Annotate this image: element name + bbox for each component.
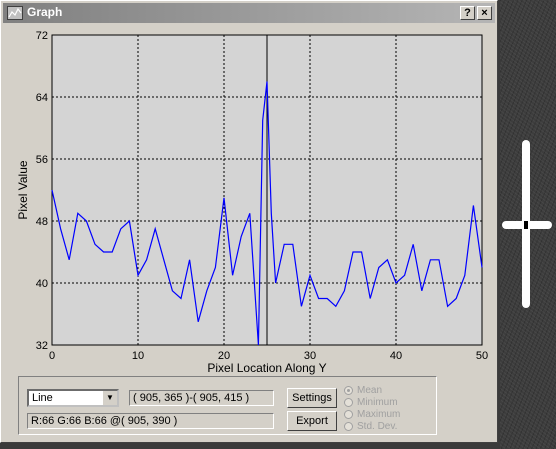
close-button[interactable]: × xyxy=(477,6,492,20)
crosshair-center xyxy=(524,221,528,229)
x-axis-label: Pixel Location Along Y xyxy=(207,361,326,375)
help-button[interactable]: ? xyxy=(460,6,475,20)
stat-stddev-radio[interactable]: Std. Dev. xyxy=(344,421,397,433)
y-tick-label: 64 xyxy=(36,92,48,104)
graph-window: Graph ? × 0 10 20 30 40 50 32 40 48 56 64 72 Pixel L… xyxy=(0,0,498,443)
radio-checked-icon xyxy=(344,385,353,395)
x-tick-label: 0 xyxy=(49,350,55,362)
y-tick-label: 40 xyxy=(36,278,48,290)
stat-mean-radio[interactable]: Mean xyxy=(344,385,382,397)
plot-mode-value: Line xyxy=(32,392,53,404)
radio-icon xyxy=(344,397,353,407)
window-title: Graph xyxy=(27,5,63,19)
y-axis-label: Pixel Value xyxy=(16,160,30,219)
x-tick-label: 10 xyxy=(132,350,144,362)
y-tick-label: 32 xyxy=(36,340,48,352)
pixel-info-field: R:66 G:66 B:66 @( 905, 390 ) xyxy=(27,413,274,429)
chevron-down-icon[interactable]: ▼ xyxy=(102,391,117,405)
y-tick-label: 72 xyxy=(36,30,48,42)
plot-mode-select[interactable]: Line ▼ xyxy=(27,389,119,407)
export-button[interactable]: Export xyxy=(287,411,337,431)
settings-button[interactable]: Settings xyxy=(287,388,337,408)
x-tick-label: 50 xyxy=(476,350,488,362)
radio-icon xyxy=(344,421,353,431)
x-tick-label: 40 xyxy=(390,350,402,362)
stat-minimum-radio[interactable]: Minimum xyxy=(344,397,398,409)
radio-icon xyxy=(344,409,353,419)
y-tick-label: 48 xyxy=(36,216,48,228)
y-tick-label: 56 xyxy=(36,154,48,166)
line-chart: 0 10 20 30 40 50324048566472Pixel Location Al… xyxy=(16,30,488,375)
graph-icon xyxy=(7,6,23,20)
coordinates-field: ( 905, 365 )-( 905, 415 ) xyxy=(129,390,274,406)
title-bar[interactable]: Graph ? × xyxy=(3,3,495,23)
stat-maximum-radio[interactable]: Maximum xyxy=(344,409,400,421)
